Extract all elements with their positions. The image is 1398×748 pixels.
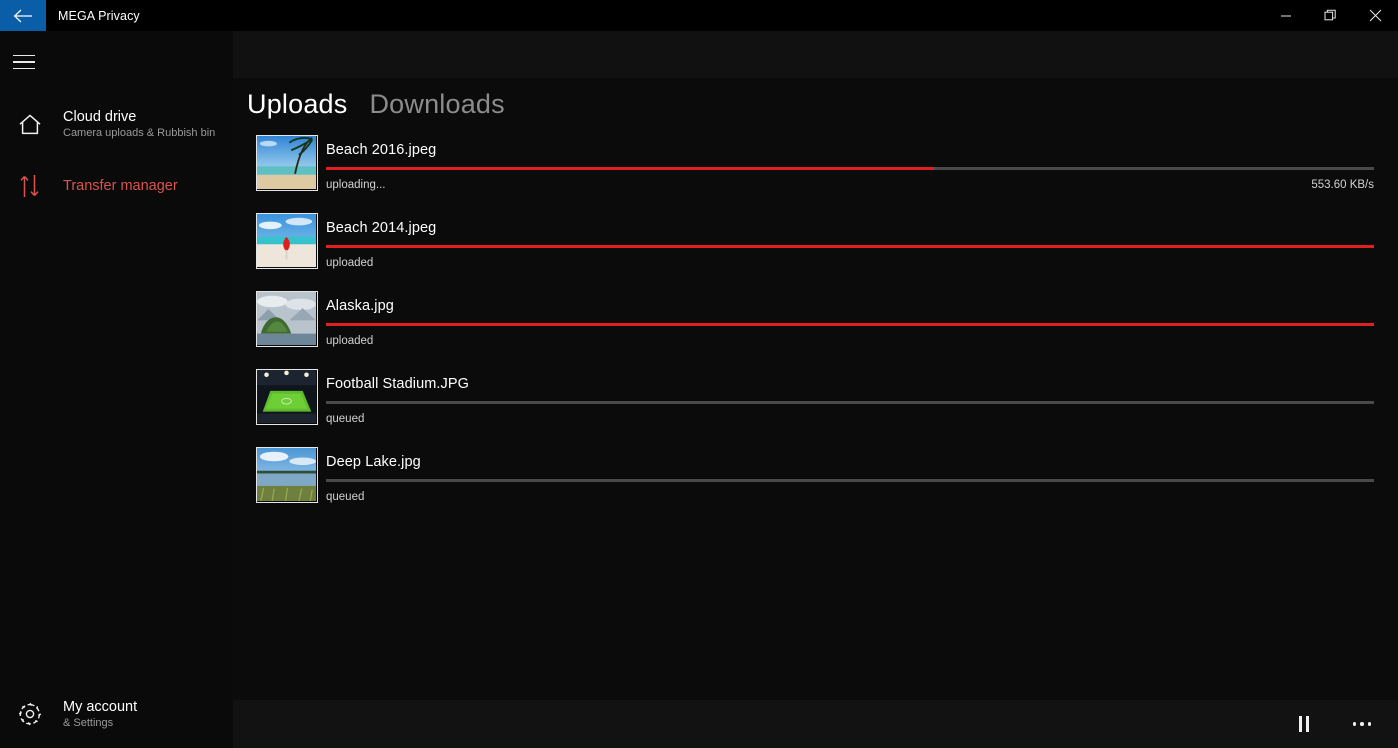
sidebar-item-cloud-drive-subtitle: Camera uploads & Rubbish bin xyxy=(63,126,216,139)
home-icon xyxy=(6,113,54,136)
transfer-progress-bar xyxy=(326,401,1374,404)
lake-thumbnail xyxy=(256,447,318,503)
transfer-status: uploaded xyxy=(326,257,374,269)
transfer-row-meta: uploading... 553.60 KB/s xyxy=(326,179,1374,191)
sidebar-item-my-account-label: My account xyxy=(63,698,138,715)
transfer-progress-fill xyxy=(326,323,1374,326)
sidebar-item-cloud-drive-text: Cloud drive Camera uploads & Rubbish bin xyxy=(63,109,215,139)
transfer-row-body: Alaska.jpg uploaded xyxy=(326,291,1398,369)
gear-icon xyxy=(6,701,54,727)
content-panel: Uploads Downloads Beach 2016.jpeg uploadi… xyxy=(233,78,1398,700)
pause-icon xyxy=(1299,716,1309,732)
transfer-progress-bar xyxy=(326,167,1374,170)
transfer-row-body: Beach 2016.jpeg uploading... 553.60 KB/s xyxy=(326,135,1398,213)
sidebar-item-transfer-manager-label: Transfer manager xyxy=(63,177,178,194)
sidebar-item-my-account-subtitle: & Settings xyxy=(63,716,114,729)
transfer-file-name: Deep Lake.jpg xyxy=(326,454,421,470)
transfer-arrows-icon xyxy=(6,174,54,198)
more-options-icon xyxy=(1352,722,1372,726)
transfer-row[interactable]: Beach 2016.jpeg uploading... 553.60 KB/s xyxy=(233,135,1398,213)
tab-uploads[interactable]: Uploads xyxy=(247,89,347,122)
window-title: MEGA Privacy xyxy=(58,8,140,23)
sidebar-item-transfer-manager-text: Transfer manager xyxy=(63,178,178,195)
transfer-status: queued xyxy=(326,413,365,425)
transfer-speed: 553.60 KB/s xyxy=(1311,179,1374,191)
transfer-row[interactable]: Football Stadium.JPG queued xyxy=(233,369,1398,447)
sidebar-item-my-account-text: My account & Settings xyxy=(63,699,137,729)
transfer-row-meta: uploaded xyxy=(326,257,1374,269)
transfer-file-name: Alaska.jpg xyxy=(326,298,394,314)
close-icon xyxy=(1369,9,1382,22)
beach-palm-thumbnail xyxy=(256,135,318,191)
sidebar-item-transfer-manager[interactable]: Transfer manager xyxy=(0,162,233,210)
transfer-progress-fill xyxy=(326,245,1374,248)
transfer-status: uploaded xyxy=(326,335,374,347)
transfer-progress-bar xyxy=(326,323,1374,326)
transfer-row-meta: queued xyxy=(326,491,1374,503)
transfer-row-body: Deep Lake.jpg queued xyxy=(326,447,1398,525)
close-button[interactable] xyxy=(1353,0,1398,31)
command-bar xyxy=(233,700,1398,748)
back-arrow-icon xyxy=(13,9,32,22)
app-window: MEGA Privacy Cloud drive Camera uploads … xyxy=(0,0,1398,748)
sidebar-item-cloud-drive-label: Cloud drive xyxy=(63,108,137,125)
transfer-row-meta: uploaded xyxy=(326,335,1374,347)
alaska-island-thumbnail xyxy=(256,291,318,347)
tab-bar: Uploads Downloads xyxy=(233,78,1398,122)
pause-all-button[interactable] xyxy=(1282,702,1326,746)
transfer-row-meta: queued xyxy=(326,413,1374,425)
transfer-file-name: Beach 2016.jpeg xyxy=(326,142,437,158)
restore-icon xyxy=(1324,9,1336,21)
window-controls xyxy=(1263,0,1398,31)
minimize-icon xyxy=(1280,15,1291,16)
minimize-button[interactable] xyxy=(1263,0,1308,31)
transfer-progress-bar xyxy=(326,245,1374,248)
beach-umbrella-thumbnail xyxy=(256,213,318,269)
back-button[interactable] xyxy=(0,0,46,31)
transfer-progress-bar xyxy=(326,479,1374,482)
transfer-file-name: Beach 2014.jpeg xyxy=(326,220,437,236)
sidebar-item-cloud-drive[interactable]: Cloud drive Camera uploads & Rubbish bin xyxy=(0,100,233,148)
title-bar: MEGA Privacy xyxy=(0,0,1398,31)
transfer-status: uploading... xyxy=(326,179,386,191)
transfer-status: queued xyxy=(326,491,365,503)
transfer-row[interactable]: Beach 2014.jpeg uploaded xyxy=(233,213,1398,291)
maximize-button[interactable] xyxy=(1308,0,1353,31)
hamburger-menu-icon[interactable] xyxy=(0,38,48,86)
sidebar-item-my-account[interactable]: My account & Settings xyxy=(0,690,233,738)
stadium-thumbnail xyxy=(256,369,318,425)
more-options-button[interactable] xyxy=(1340,702,1384,746)
transfer-row[interactable]: Deep Lake.jpg queued xyxy=(233,447,1398,525)
sidebar: Cloud drive Camera uploads & Rubbish bin… xyxy=(0,31,233,748)
tab-downloads[interactable]: Downloads xyxy=(369,89,504,122)
transfer-list: Beach 2016.jpeg uploading... 553.60 KB/s Be… xyxy=(233,135,1398,525)
transfer-row-body: Beach 2014.jpeg uploaded xyxy=(326,213,1398,291)
transfer-row[interactable]: Alaska.jpg uploaded xyxy=(233,291,1398,369)
transfer-progress-fill xyxy=(326,167,934,170)
transfer-row-body: Football Stadium.JPG queued xyxy=(326,369,1398,447)
transfer-file-name: Football Stadium.JPG xyxy=(326,376,470,392)
